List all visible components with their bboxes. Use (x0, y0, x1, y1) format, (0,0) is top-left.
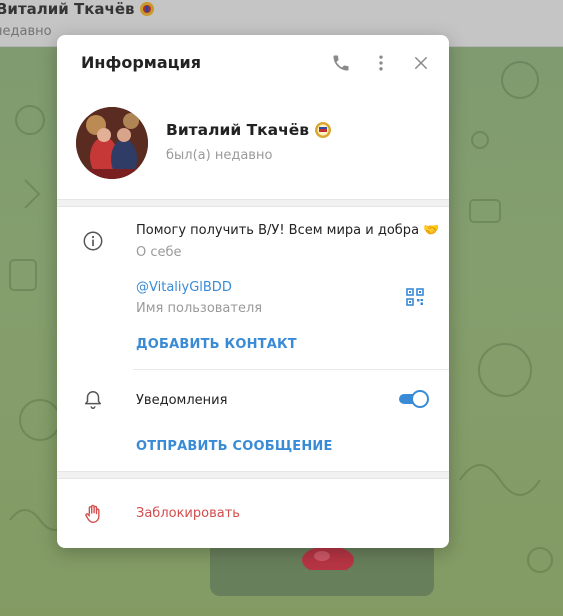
notifications-toggle[interactable] (397, 390, 429, 408)
avatar[interactable] (76, 107, 148, 179)
toggle-knob (411, 390, 429, 408)
dialog-title: Информация (81, 53, 201, 72)
section-divider (57, 199, 449, 207)
close-icon (415, 57, 427, 69)
close-button[interactable] (409, 51, 433, 75)
bell-icon (81, 388, 105, 412)
username-link[interactable]: @VitaliyGlBDD (136, 280, 232, 295)
info-icon (81, 229, 105, 253)
qr-code-icon[interactable] (406, 288, 424, 306)
phone-icon (333, 55, 349, 71)
section-divider (57, 471, 449, 479)
block-user-button[interactable]: Заблокировать (136, 506, 240, 521)
profile-status: был(а) недавно (166, 148, 273, 163)
notifications-label: Уведомления (136, 393, 228, 408)
emblem-badge-icon (315, 122, 332, 138)
user-info-dialog: Информация Виталий Ткачёв был(а) недавно… (57, 35, 449, 548)
call-button[interactable] (329, 51, 353, 75)
more-options-button[interactable] (369, 51, 393, 75)
username-label: Имя пользователя (136, 301, 263, 316)
bio-label: О себе (136, 245, 182, 260)
avatar-photo (76, 107, 148, 179)
block-hand-icon (81, 502, 105, 526)
dialog-header: Информация (57, 35, 449, 91)
more-vertical-icon (379, 55, 383, 71)
add-contact-button[interactable]: ДОБАВИТЬ КОНТАКТ (136, 337, 297, 352)
profile-name: Виталий Ткачёв (166, 121, 332, 139)
bio-text: Помогу получить В/У! Всем мира и добра 🤝 (136, 223, 440, 238)
profile-section: Виталий Ткачёв был(а) недавно (57, 91, 449, 201)
send-message-button[interactable]: ОТПРАВИТЬ СООБЩЕНИЕ (136, 439, 333, 454)
row-divider (133, 369, 449, 370)
